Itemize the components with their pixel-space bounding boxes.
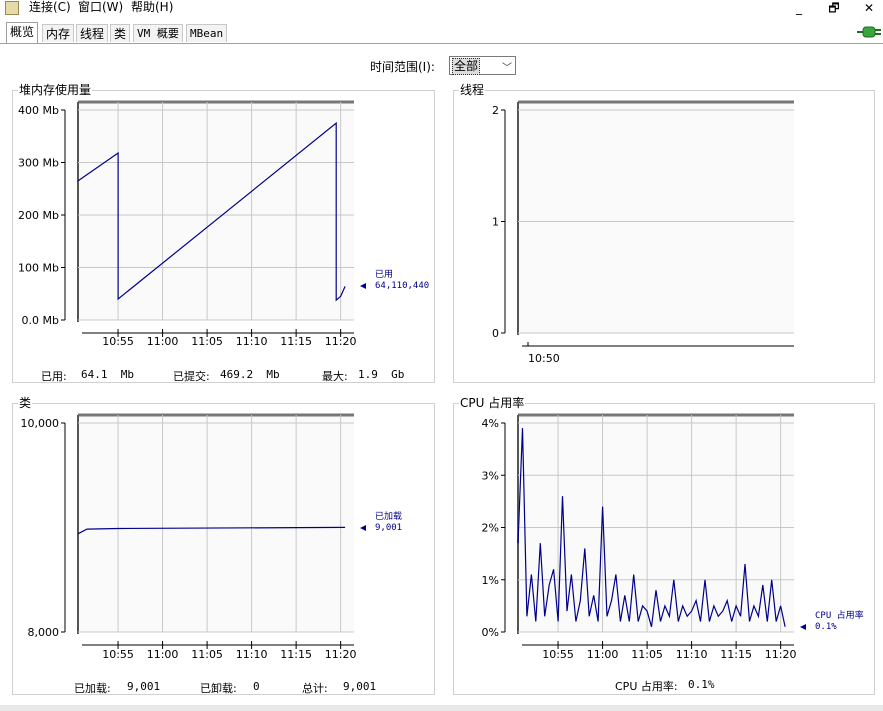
status-strip [0, 705, 883, 711]
cpu-usage-label: CPU 占用率: [615, 680, 678, 693]
cpu-x-tick-label: 10:55 [542, 648, 574, 661]
cpu-y-tick-label: 4% [482, 417, 499, 430]
cpu-x-tick-label: 11:00 [587, 648, 619, 661]
cpu-value-marker [800, 624, 806, 630]
cpu-y-tick-label: 2% [482, 522, 499, 535]
cpu-y-tick-label: 0% [482, 626, 499, 639]
cpu-chart: 4% 3% 2% 1% 0% 10:55 11:00 11:05 11:10 11:15 11:20… [482, 413, 864, 661]
cpu-x-tick-label: 11:20 [765, 648, 797, 661]
cpu-y-tick-label: 3% [482, 469, 499, 482]
cpu-annotation-value: 0.1% [815, 622, 837, 632]
cpu-y-tick-label: 1% [482, 574, 499, 587]
cpu-usage-value: 0.1% [688, 678, 715, 691]
cpu-x-tick-label: 11:15 [720, 648, 752, 661]
cpu-annotation-label: CPU 占用率 [815, 609, 864, 621]
cpu-x-tick-label: 11:05 [631, 648, 663, 661]
cpu-x-tick-label: 11:10 [676, 648, 708, 661]
